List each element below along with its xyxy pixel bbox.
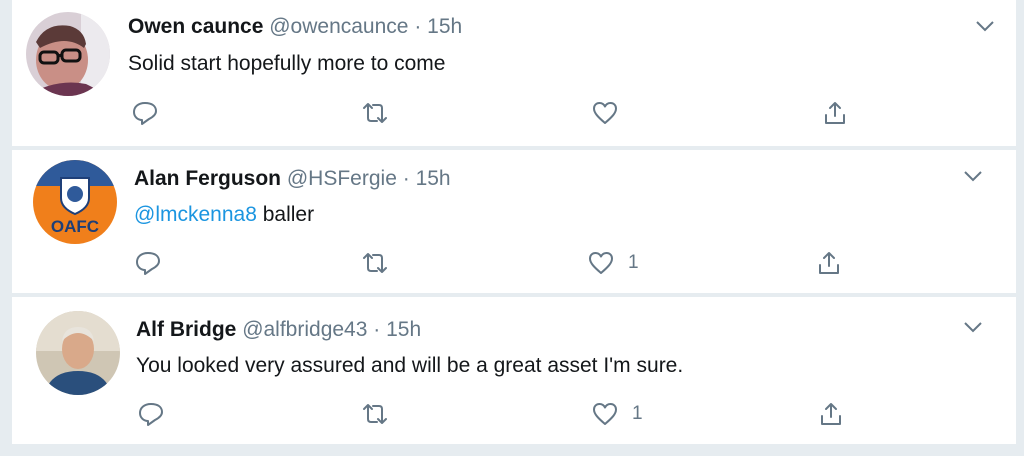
tweet-header: Alan Ferguson @HSFergie · 15h [134,166,451,192]
display-name[interactable]: Alf Bridge [136,318,236,341]
timestamp[interactable]: 15h [427,15,462,38]
share-icon [825,102,845,124]
like-icon [593,102,617,124]
avatar[interactable] [26,12,110,96]
tweet-body: baller [256,203,315,226]
share-button[interactable] [818,399,844,429]
like-button[interactable] [592,98,632,128]
user-handle[interactable]: @owencaunce [269,15,408,38]
separator-dot: · [414,15,422,38]
reply-icon [133,102,157,125]
like-count: 1 [628,252,639,273]
share-button[interactable] [816,248,842,278]
oafc-logo-text: OAFC [51,217,99,236]
display-name[interactable]: Alan Ferguson [134,167,281,190]
tweet-text: Solid start hopefully more to come [128,52,446,75]
reply-button[interactable] [135,248,161,278]
like-button[interactable]: 1 [592,399,643,429]
like-icon [589,252,613,274]
reply-icon [139,403,163,426]
display-name[interactable]: Owen caunce [128,15,263,38]
tweet-header: Alf Bridge @alfbridge43 · 15h [136,317,421,343]
avatar[interactable] [36,311,120,395]
tweet-text: You looked very assured and will be a gr… [136,354,684,377]
timestamp[interactable]: 15h [416,167,451,190]
reply-icon [136,252,160,275]
separator-dot: · [402,167,410,190]
tweet-header: Owen caunce @owencaunce · 15h [128,14,462,40]
chevron-down-icon[interactable] [974,18,996,34]
reply-button[interactable] [138,399,164,429]
retweet-button[interactable] [362,98,388,128]
reply-button[interactable] [132,98,158,128]
tweet-2[interactable]: OAFC Alan Ferguson @HSFergie · 15h @lmck… [12,150,1016,293]
tweet-3[interactable]: Alf Bridge @alfbridge43 · 15h You looked… [12,297,1016,444]
share-icon [819,252,839,274]
retweet-button[interactable] [362,248,388,278]
retweet-button[interactable] [362,399,388,429]
like-button[interactable]: 1 [588,248,639,278]
chevron-down-icon[interactable] [962,168,984,184]
tweet-1[interactable]: Owen caunce @owencaunce · 15h Solid star… [12,0,1016,146]
avatar[interactable]: OAFC [33,160,117,244]
share-icon [821,403,841,425]
separator-dot: · [373,318,381,341]
retweet-icon [363,253,387,273]
like-icon [593,403,617,425]
mention-link[interactable]: @lmckenna8 [134,203,257,226]
tweet-text: @lmckenna8 baller [134,202,314,228]
user-handle[interactable]: @HSFergie [287,167,397,190]
chevron-down-icon[interactable] [962,319,984,335]
user-handle[interactable]: @alfbridge43 [242,318,367,341]
like-count: 1 [632,403,643,424]
share-button[interactable] [822,98,848,128]
retweet-icon [363,103,387,123]
timestamp[interactable]: 15h [386,318,421,341]
retweet-icon [363,404,387,424]
